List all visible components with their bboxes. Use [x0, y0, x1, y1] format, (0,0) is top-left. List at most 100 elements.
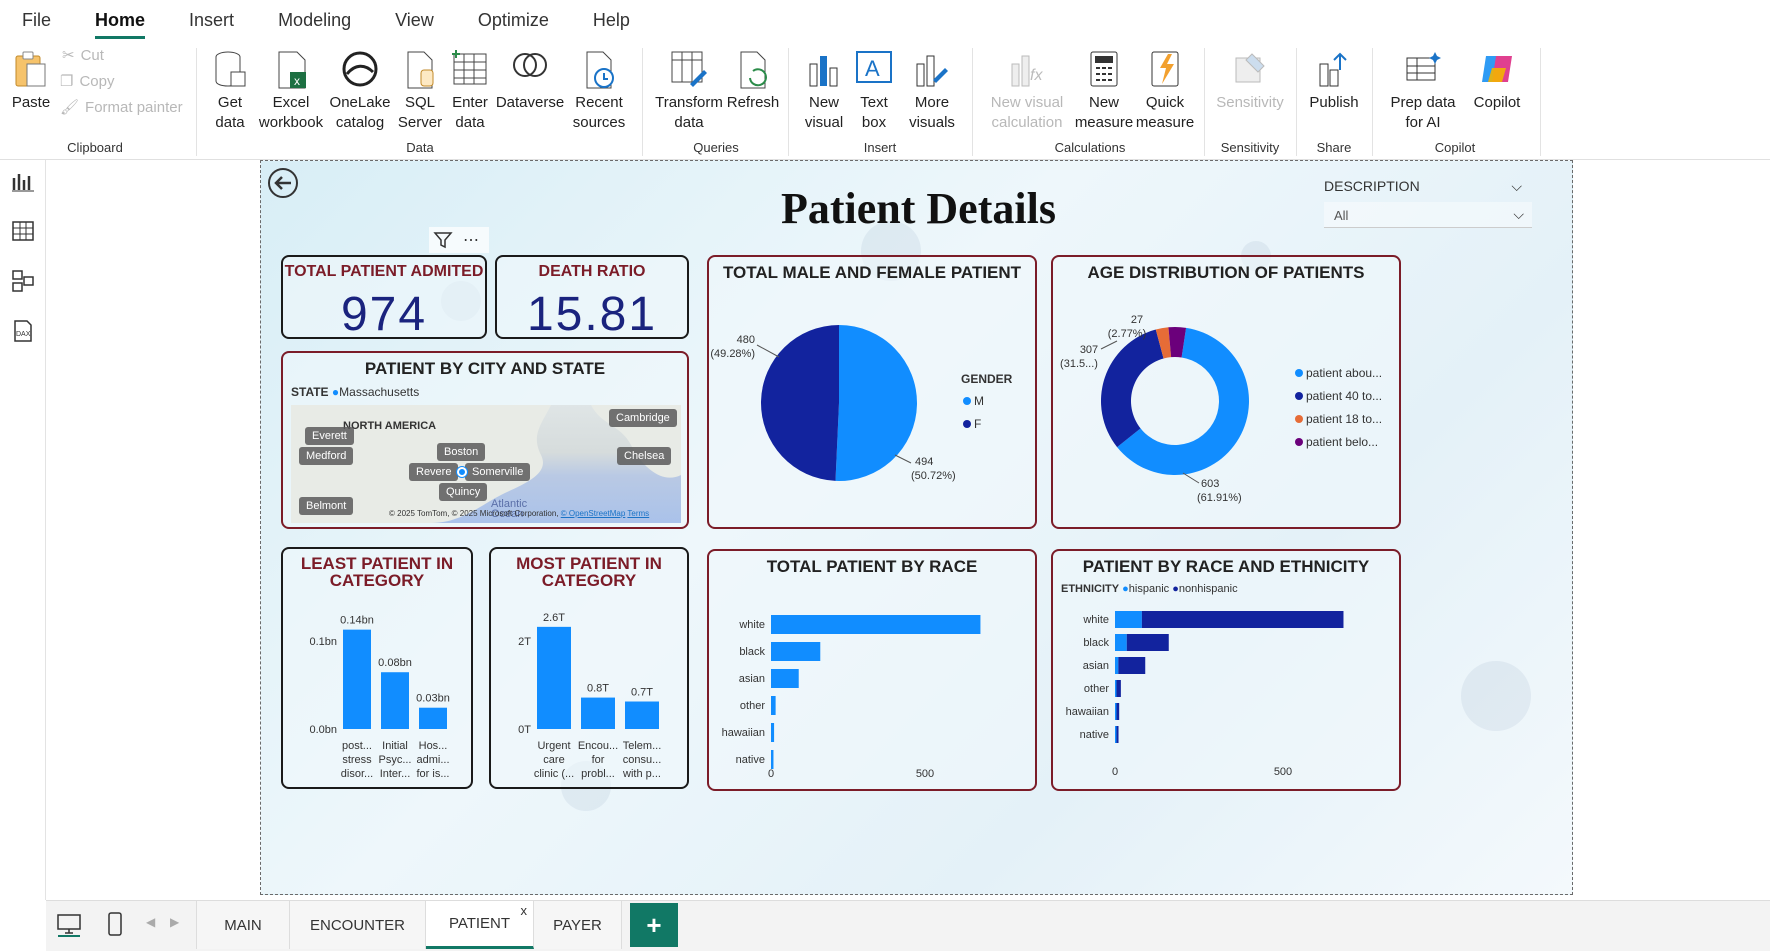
data-label: 480	[737, 334, 755, 346]
enter-data-button[interactable]: Enter data	[446, 40, 494, 136]
card-title: AGE DISTRIBUTION OF PATIENTS	[1087, 263, 1365, 282]
category-label: Inter...	[380, 768, 411, 780]
text-box-button[interactable]: A Text box	[850, 40, 898, 136]
copy-label: Copy	[79, 72, 115, 90]
legend-title: GENDER	[961, 372, 1013, 386]
mobile-layout-icon[interactable]	[106, 911, 124, 937]
menu-view[interactable]: View	[395, 10, 434, 31]
city-label[interactable]: Boston	[437, 443, 486, 461]
new-visual-calculation-button[interactable]: fx New visual calculation	[982, 40, 1072, 136]
city-label[interactable]: Quincy	[439, 483, 488, 501]
city-label[interactable]: Revere	[409, 463, 459, 481]
tab-main[interactable]: MAIN	[196, 901, 290, 949]
map-card[interactable]: PATIENT BY CITY AND STATE STATE ●Massach…	[281, 351, 689, 529]
osm-link[interactable]: © OpenStreetMap	[561, 509, 626, 518]
bar-segment	[1118, 657, 1146, 674]
least-bar-chart[interactable]: 0.1bn 0.0bn 0.14bn post... stress disor... 0.0…	[283, 589, 471, 789]
slicer-dropdown[interactable]: All ⌵	[1324, 202, 1532, 228]
city-label[interactable]: Medford	[299, 447, 354, 465]
scroll-left-icon[interactable]: ◀	[146, 915, 155, 929]
city-label[interactable]: Belmont	[299, 497, 354, 515]
format-painter-button[interactable]: 🖌 Format painter	[60, 98, 183, 117]
svg-text:x: x	[294, 74, 300, 88]
refresh-button[interactable]: Refresh	[726, 40, 780, 136]
sql-server-button[interactable]: SQL Server	[396, 40, 444, 136]
more-visuals-button[interactable]: More visuals	[898, 40, 966, 136]
bar-segment	[1116, 703, 1120, 720]
map-area[interactable]: NORTH AMERICA Atlantic Ocean Everett Med…	[291, 405, 681, 523]
terms-link[interactable]: Terms	[627, 509, 649, 518]
kpi-card-death-ratio[interactable]: DEATH RATIO 15.81	[495, 255, 689, 341]
close-tab-icon[interactable]: x	[521, 903, 528, 918]
gender-pie-chart[interactable]: 480 (49.28%) 494 (50.72%) GENDER MF	[709, 285, 1035, 525]
back-arrow-icon[interactable]	[267, 167, 299, 199]
scroll-right-icon[interactable]: ▶	[170, 915, 179, 929]
menu-optimize[interactable]: Optimize	[478, 10, 549, 31]
menu-insert[interactable]: Insert	[189, 10, 234, 31]
transform-data-button[interactable]: Transform data	[652, 40, 726, 136]
bar	[771, 615, 981, 634]
group-data: Data	[406, 140, 434, 155]
city-label[interactable]: Chelsea	[617, 447, 672, 465]
background-dot	[1461, 661, 1531, 731]
menu-help[interactable]: Help	[593, 10, 630, 31]
add-page-button[interactable]: +	[630, 903, 678, 947]
tab-payer[interactable]: PAYER	[534, 901, 622, 949]
excel-workbook-button[interactable]: x Excel workbook	[256, 40, 326, 136]
cut-button[interactable]: ✂ Cut	[62, 46, 104, 65]
copy-button[interactable]: ❐ Copy	[60, 72, 115, 91]
city-label[interactable]: Somerville	[465, 463, 531, 481]
menu-home[interactable]: Home	[95, 10, 146, 39]
category-label: admi...	[416, 754, 449, 766]
onelake-catalog-button[interactable]: OneLake catalog	[328, 40, 392, 136]
bar-segment	[1115, 726, 1117, 743]
category-label: for is...	[416, 768, 449, 780]
dataverse-icon	[513, 53, 547, 77]
dataverse-button[interactable]: Dataverse	[494, 40, 566, 136]
menu-file[interactable]: File	[22, 10, 51, 31]
prep-data-ai-button[interactable]: Prep data for AI	[1380, 40, 1466, 136]
chevron-down-icon[interactable]: ⌵	[1511, 178, 1522, 195]
race-ethnicity-card[interactable]: PATIENT BY RACE AND ETHNICITY ETHNICITY …	[1051, 549, 1401, 791]
most-category-card[interactable]: MOST PATIENT IN CATEGORY 2T 0T 2.6T Urgent c…	[489, 547, 689, 789]
transform-data-icon	[671, 51, 707, 87]
recent-sources-label: Recent sources	[572, 94, 626, 131]
quick-measure-button[interactable]: Quick measure	[1134, 40, 1196, 136]
race-bar-chart[interactable]: white black asian other hawaiian native0 500	[709, 579, 1035, 789]
age-donut-chart[interactable]: 27 (2.77%) 307 (31.5...) 603 (61.91%) patient …	[1053, 285, 1399, 525]
desktop-layout-icon[interactable]	[56, 913, 82, 937]
new-measure-button[interactable]: New measure	[1074, 40, 1134, 136]
sensitivity-button[interactable]: Sensitivity	[1212, 40, 1288, 136]
gender-pie-card[interactable]: TOTAL MALE AND FEMALE PATIENT 480 (49.28%…	[707, 255, 1037, 529]
race-ethnicity-bar-chart[interactable]: white black asian other hawaiian native 0 500	[1053, 599, 1399, 789]
race-bar-card[interactable]: TOTAL PATIENT BY RACE white black asian oth…	[707, 549, 1037, 791]
tab-encounter[interactable]: ENCOUNTER	[290, 901, 426, 949]
most-bar-chart[interactable]: 2T 0T 2.6T Urgent care clinic (... 0.8T Encou..…	[491, 589, 687, 789]
description-slicer[interactable]: DESCRIPTION ⌵	[1324, 178, 1528, 194]
get-data-button[interactable]: Get data	[204, 40, 256, 136]
recent-sources-button[interactable]: Recent sources	[564, 40, 634, 136]
svg-text:A: A	[865, 56, 880, 81]
paste-button[interactable]: Paste	[8, 40, 54, 136]
kpi-card-admitted[interactable]: TOTAL PATIENT ADMITED 974	[281, 255, 487, 341]
city-label[interactable]: Everett	[305, 427, 354, 445]
divider	[972, 48, 973, 156]
new-visual-button[interactable]: New visual	[796, 40, 852, 136]
report-view-icon[interactable]	[10, 168, 36, 194]
filter-icon[interactable]	[433, 231, 453, 249]
svg-text:fx: fx	[1030, 67, 1043, 84]
table-view-icon[interactable]	[10, 218, 36, 244]
publish-button[interactable]: Publish	[1302, 40, 1366, 136]
least-category-card[interactable]: LEAST PATIENT IN CATEGORY 0.1bn 0.0bn 0.14…	[281, 547, 473, 789]
model-view-icon[interactable]	[10, 268, 36, 294]
dax-query-view-icon[interactable]: DAX	[10, 318, 36, 344]
tab-patient[interactable]: PATIENT x	[426, 901, 534, 949]
category-label: hawaiian	[722, 727, 765, 739]
age-donut-card[interactable]: AGE DISTRIBUTION OF PATIENTS 27 (2.77%) 30…	[1051, 255, 1401, 529]
more-options-icon[interactable]: ⋯	[463, 230, 480, 250]
chevron-down-icon[interactable]: ⌵	[1513, 206, 1524, 223]
menu-modeling[interactable]: Modeling	[278, 10, 351, 31]
copilot-button[interactable]: Copilot	[1462, 40, 1532, 136]
map-point[interactable]	[457, 467, 467, 477]
city-label[interactable]: Cambridge	[609, 409, 677, 427]
